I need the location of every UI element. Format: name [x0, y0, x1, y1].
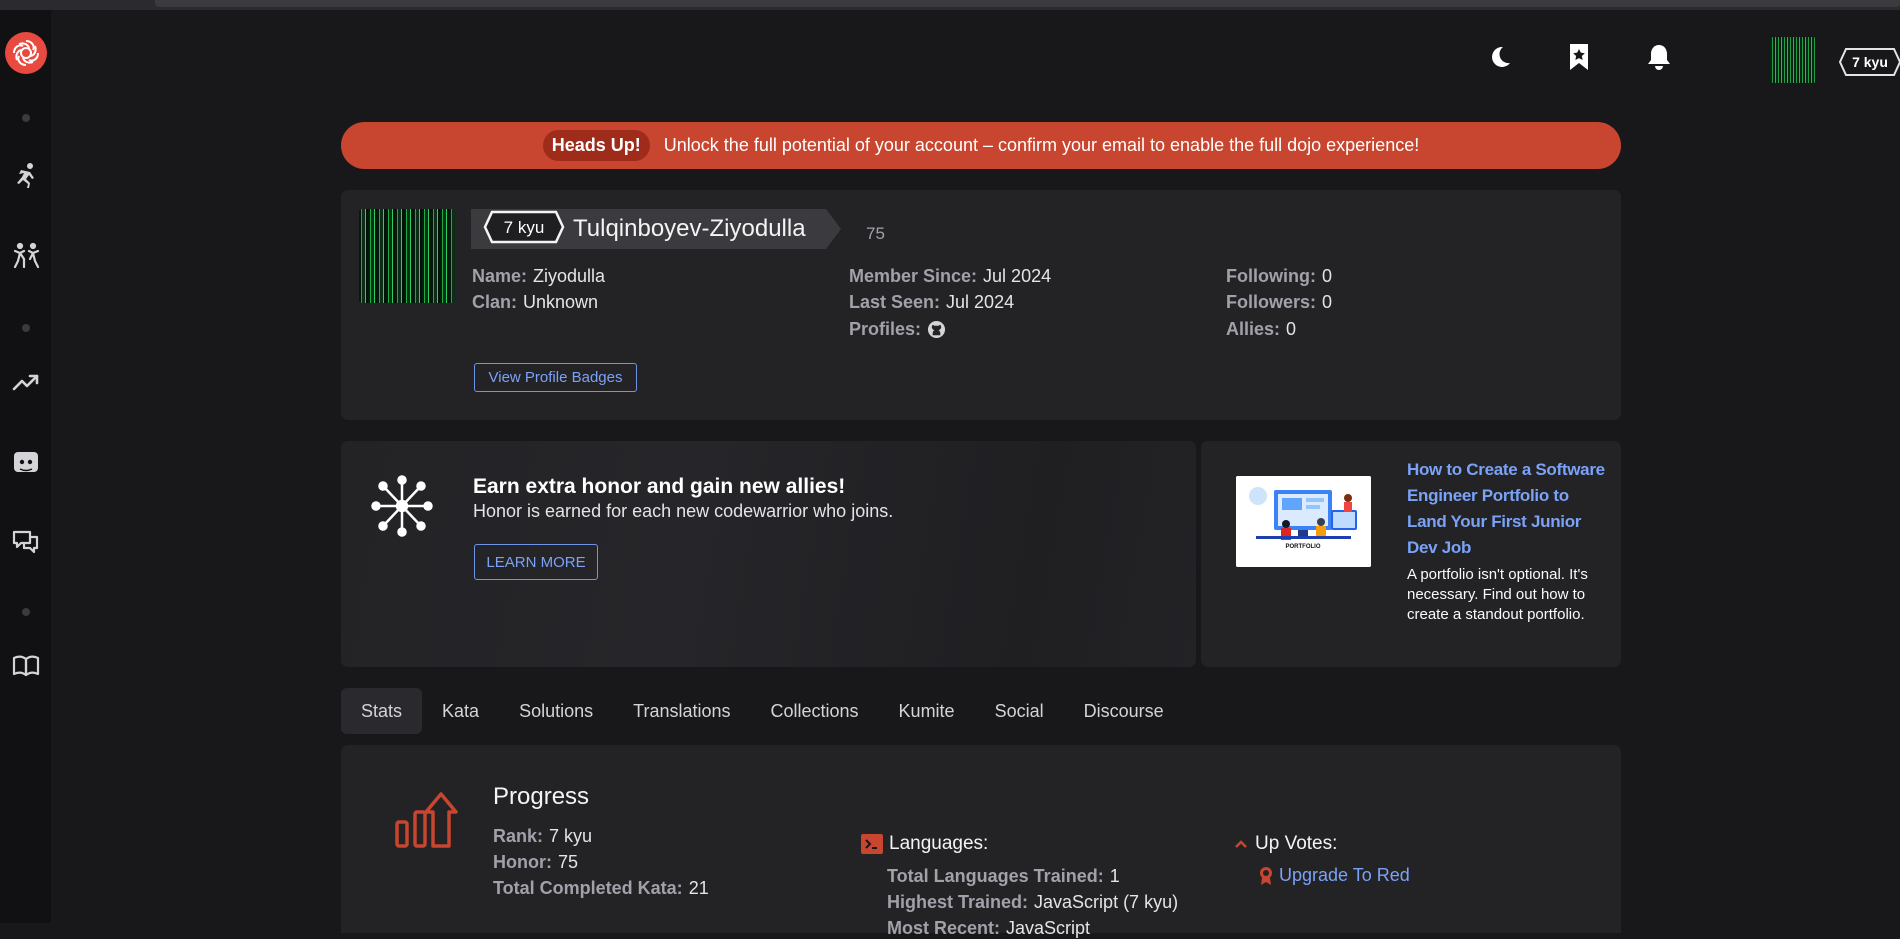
tab-social[interactable]: Social — [975, 688, 1064, 734]
tab-kata[interactable]: Kata — [422, 688, 499, 734]
last-seen-field: Last Seen: Jul 2024 — [849, 292, 1015, 312]
tab-discourse[interactable]: Discourse — [1064, 688, 1184, 734]
bookmark-icon[interactable] — [1562, 40, 1596, 74]
training-icon[interactable] — [10, 160, 42, 192]
sidebar-separator — [22, 608, 30, 616]
discussion-icon[interactable] — [10, 526, 42, 558]
rank-badge: 7 kyu — [483, 210, 565, 249]
referral-promo-card: Earn extra honor and gain new allies! Ho… — [341, 441, 1196, 667]
tab-stats[interactable]: Stats — [341, 688, 423, 734]
alert-tag: Heads Up! — [542, 130, 650, 161]
progress-chart-icon — [393, 790, 459, 855]
upgrade-to-red-link[interactable]: Upgrade To Red — [1279, 865, 1410, 886]
article-thumbnail[interactable]: PORTFOLIO — [1236, 476, 1371, 567]
tab-collections[interactable]: Collections — [751, 688, 879, 734]
upvotes-section-title: Up Votes: — [1234, 833, 1337, 855]
bell-icon[interactable] — [1642, 40, 1676, 74]
sidebar-separator — [22, 114, 30, 122]
languages-section-title: Languages: — [861, 833, 988, 855]
thumbnail-caption: PORTFOLIO — [1286, 544, 1321, 550]
sidebar-separator — [22, 324, 30, 332]
clan-field: Clan: Unknown — [472, 292, 599, 312]
browser-scrollbar-strip — [0, 0, 1900, 10]
upgrade-to-red-row: Upgrade To Red — [1259, 865, 1410, 886]
profiles-field: Profiles: — [849, 319, 946, 340]
learn-more-button[interactable]: LEARN MORE — [474, 544, 598, 580]
moon-icon[interactable] — [1483, 40, 1517, 74]
member-since-field: Member Since: Jul 2024 — [849, 266, 1052, 286]
github-icon[interactable] — [927, 320, 946, 339]
discord-icon[interactable] — [10, 446, 42, 478]
sidebar — [0, 10, 51, 923]
following-field[interactable]: Following: 0 — [1226, 266, 1332, 287]
tab-solutions[interactable]: Solutions — [499, 688, 613, 734]
article-description: A portfolio isn't optional. It's necessa… — [1407, 566, 1588, 623]
honor-field: Honor: 75 — [493, 852, 579, 872]
view-profile-badges-button[interactable]: View Profile Badges — [474, 363, 637, 392]
rank-badge-small: 7 kyu — [1838, 47, 1900, 82]
article-card: PORTFOLIO How to Create a Software Engin… — [1201, 441, 1621, 667]
profile-card: 7 kyu Tulqinboyev-Ziyodulla 75 Name: Ziyo… — [341, 190, 1621, 420]
practice-icon[interactable] — [10, 240, 42, 272]
codewars-logo-icon[interactable] — [5, 32, 47, 74]
profile-avatar — [359, 209, 455, 303]
name-field: Name: Ziyodulla — [472, 266, 606, 286]
progress-title: Progress — [493, 783, 590, 810]
main-content: 7 kyu 75 Heads Up! Unlock the full poten… — [51, 10, 1900, 938]
rank-field: Rank: 7 kyu — [493, 826, 593, 846]
highest-trained-field: Highest Trained: JavaScript (7 kyu) — [887, 892, 1179, 912]
chevron-up-icon — [1234, 839, 1248, 849]
article-title-link[interactable]: How to Create a Software Engineer Portfo… — [1407, 457, 1607, 561]
rank-badge-text: 7 kyu — [504, 218, 545, 237]
docs-icon[interactable] — [10, 650, 42, 682]
email-confirm-alert: Heads Up! Unlock the full potential of y… — [341, 122, 1621, 169]
most-recent-field: Most Recent: JavaScript — [887, 918, 1091, 938]
rank-badge-text: 7 kyu — [1852, 54, 1888, 70]
profile-tabs: Stats Kata Solutions Translations Collec… — [341, 688, 1184, 734]
allies-field[interactable]: Allies: 0 — [1226, 319, 1296, 340]
referral-icon — [371, 475, 433, 542]
ribbon-icon — [1259, 866, 1273, 886]
total-languages-field: Total Languages Trained: 1 — [887, 866, 1120, 886]
completed-kata-field: Total Completed Kata: 21 — [493, 878, 709, 898]
alert-message: Unlock the full potential of your accoun… — [663, 135, 1420, 155]
leaderboards-icon[interactable] — [10, 366, 42, 398]
username: Tulqinboyev-Ziyodulla — [573, 215, 806, 242]
user-avatar[interactable] — [1770, 37, 1816, 83]
horizontal-scrollbar[interactable] — [155, 0, 1900, 7]
profile-honor: 75 — [866, 224, 885, 243]
tab-translations[interactable]: Translations — [613, 688, 750, 734]
stats-card: Progress Rank: 7 kyu Honor: 75 Total Compl… — [341, 745, 1621, 938]
promo-subtitle: Honor is earned for each new codewarrior… — [473, 501, 894, 521]
followers-field[interactable]: Followers: 0 — [1226, 292, 1332, 313]
username-bar: 7 kyu Tulqinboyev-Ziyodulla — [471, 209, 841, 249]
tab-kumite[interactable]: Kumite — [879, 688, 975, 734]
terminal-icon — [861, 834, 883, 854]
promo-title: Earn extra honor and gain new allies! — [473, 475, 846, 498]
